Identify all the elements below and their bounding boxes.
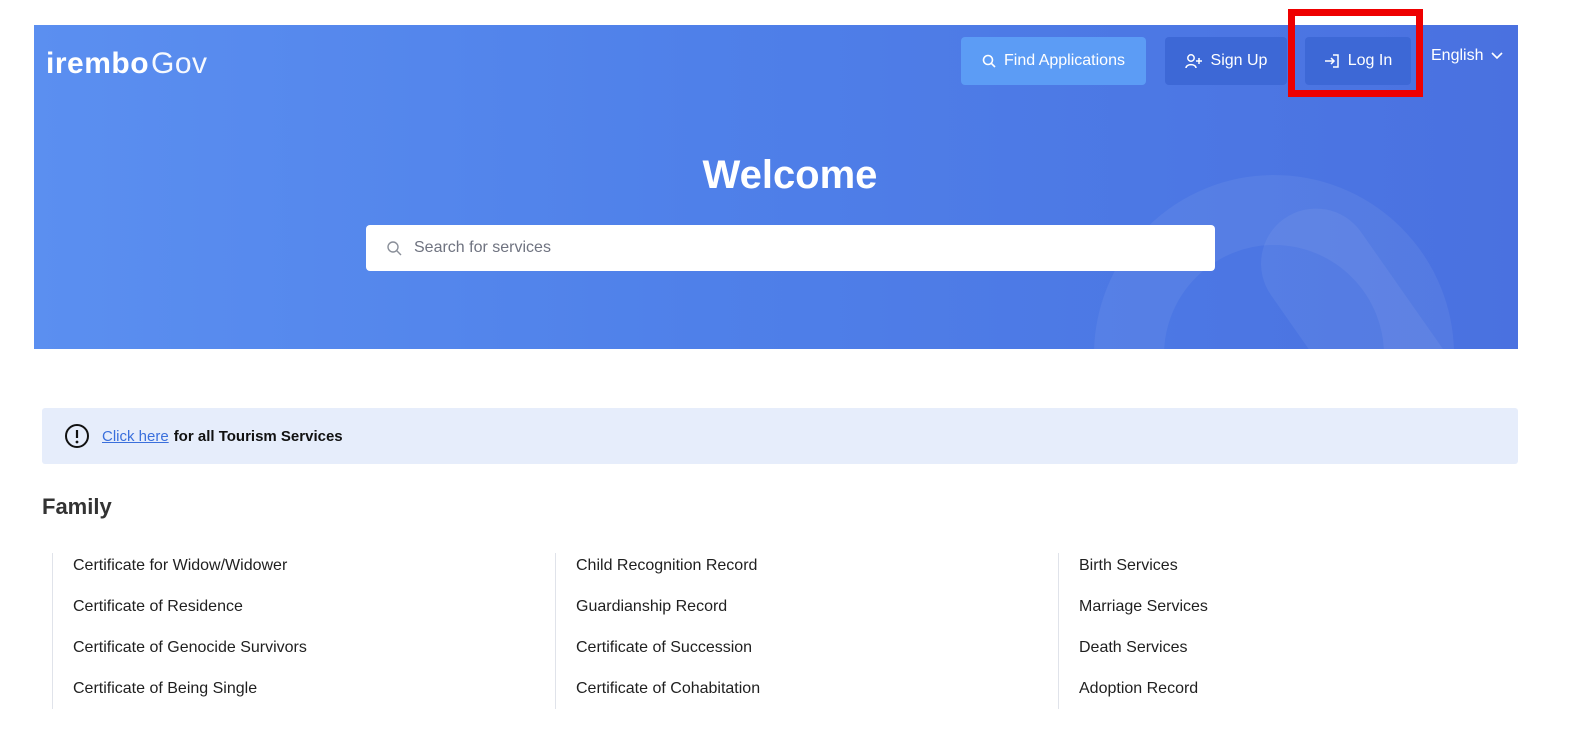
service-link[interactable]: Certificate for Widow/Widower	[73, 553, 552, 594]
logo-brand: irembo	[46, 47, 150, 80]
info-icon	[64, 423, 90, 449]
tourism-banner-text: for all Tourism Services	[173, 427, 343, 445]
search-icon	[386, 240, 402, 256]
sign-up-button[interactable]: Sign Up	[1165, 37, 1287, 85]
chevron-down-icon	[1491, 52, 1504, 60]
irembo-gov-logo[interactable]: iremboGov	[46, 47, 208, 81]
tourism-services-link[interactable]: Click here	[102, 428, 169, 445]
service-link[interactable]: Marriage Services	[1079, 594, 1518, 635]
service-link[interactable]: Adoption Record	[1079, 676, 1518, 717]
find-applications-button[interactable]: Find Applications	[961, 37, 1146, 85]
service-link[interactable]: Certificate of Genocide Survivors	[73, 635, 552, 676]
service-link[interactable]: Child Recognition Record	[576, 553, 1055, 594]
tourism-banner: Click here for all Tourism Services	[42, 408, 1518, 464]
family-column-2: Child Recognition Record Guardianship Re…	[555, 553, 1055, 709]
find-applications-label: Find Applications	[1004, 52, 1125, 69]
search-input[interactable]	[412, 238, 1215, 258]
service-link[interactable]: Death Services	[1079, 635, 1518, 676]
service-search-bar[interactable]	[366, 225, 1215, 271]
log-in-highlight-box	[1288, 9, 1423, 97]
add-user-icon	[1184, 53, 1203, 69]
service-link[interactable]: Guardianship Record	[576, 594, 1055, 635]
service-link[interactable]: Certificate of Cohabitation	[576, 676, 1055, 717]
welcome-title: Welcome	[702, 153, 878, 197]
search-icon	[982, 54, 996, 68]
family-column-3: Birth Services Marriage Services Death S…	[1058, 553, 1518, 709]
logo-suffix: Gov	[151, 47, 208, 80]
family-column-1: Certificate for Widow/Widower Certificat…	[52, 553, 552, 709]
family-section-title: Family	[42, 494, 112, 519]
sign-up-label: Sign Up	[1210, 52, 1268, 69]
language-label: English	[1431, 47, 1484, 64]
service-link[interactable]: Certificate of Succession	[576, 635, 1055, 676]
service-link[interactable]: Certificate of Being Single	[73, 676, 552, 717]
service-link[interactable]: Certificate of Residence	[73, 594, 552, 635]
language-selector[interactable]: English	[1431, 47, 1504, 65]
service-link[interactable]: Birth Services	[1079, 553, 1518, 594]
